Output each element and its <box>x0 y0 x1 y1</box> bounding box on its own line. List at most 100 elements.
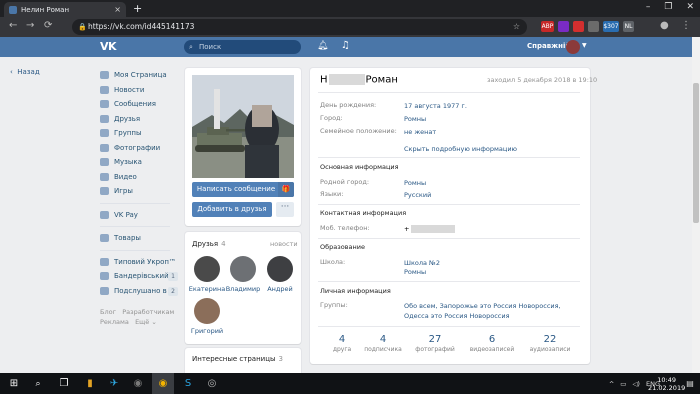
ext-purple-icon[interactable] <box>558 21 569 32</box>
nav-item-games[interactable]: Игры <box>100 184 182 199</box>
gift-icon[interactable]: 🎁 <box>278 182 294 197</box>
maximize-button[interactable]: ❐ <box>664 2 672 12</box>
home-icon <box>100 71 109 80</box>
scrollbar-thumb[interactable] <box>693 83 699 223</box>
nav-item-vk-pay[interactable]: VK Pay <box>100 208 182 223</box>
vk-pay-icon <box>100 210 109 219</box>
stat-audio[interactable]: 22 аудиозаписи <box>524 334 576 353</box>
network-icon[interactable]: ▭ <box>620 380 626 388</box>
chrome-icon[interactable]: ◉ <box>152 373 174 394</box>
nav-item-groups[interactable]: Группы <box>100 126 182 141</box>
taskbar-app-icon[interactable]: ◎ <box>202 373 222 394</box>
address-bar[interactable]: 🔒 https://vk.com/id445141173 ☆ <box>72 19 527 35</box>
ext-adblock-icon[interactable]: ABP <box>541 21 554 32</box>
clock[interactable]: 10:49 21.02.2019 <box>648 376 685 392</box>
header-avatar[interactable] <box>566 40 580 54</box>
chevron-down-icon[interactable]: ▼ <box>582 42 587 49</box>
friends-header[interactable]: Друзья 4 <box>192 240 226 248</box>
back-link[interactable]: ‹ Назад <box>10 68 40 76</box>
nav-label: Товары <box>114 234 141 243</box>
footer-link-ads[interactable]: Реклама <box>100 318 129 326</box>
search-input[interactable]: ⌕ Поиск <box>184 40 301 54</box>
friend-item[interactable]: Екатерина <box>187 256 227 293</box>
ext-red-icon[interactable] <box>573 21 584 32</box>
volume-icon[interactable]: ◁) <box>632 380 640 388</box>
back-arrow-icon[interactable]: ← <box>9 20 17 31</box>
interesting-pages-header[interactable]: Интересные страницы 3 <box>192 355 283 363</box>
stat-videos[interactable]: 6 видеозаписей <box>466 334 518 353</box>
stat-photos[interactable]: 27 фотографий <box>409 334 461 353</box>
info-value: + <box>404 224 584 234</box>
nav-item-music[interactable]: Музыка <box>100 155 182 170</box>
photos-icon <box>100 143 109 152</box>
reload-icon[interactable]: ⟳ <box>44 20 52 31</box>
forward-arrow-icon[interactable]: → <box>26 20 34 31</box>
nav-item-friends[interactable]: Друзья <box>100 112 182 127</box>
nav-item-messages[interactable]: Сообщения <box>100 97 182 112</box>
menu-kebab-icon[interactable]: ⋮ <box>681 20 691 31</box>
ext-price-icon[interactable]: $307 <box>603 21 619 32</box>
vk-logo[interactable]: VK <box>100 40 117 53</box>
nav-item-photos[interactable]: Фотографии <box>100 141 182 156</box>
stat-label: подписчика <box>364 346 402 353</box>
tray-chevron-icon[interactable]: ^ <box>609 380 614 388</box>
music-icon[interactable]: ♫ <box>341 40 350 51</box>
footer-link-developers[interactable]: Разработчикам <box>122 308 174 316</box>
info-value[interactable]: 17 августа 1977 г. <box>404 101 584 111</box>
profile-photo[interactable] <box>192 75 294 178</box>
footer-link-blog[interactable]: Блог <box>100 308 116 316</box>
search-icon[interactable]: ⌕ <box>28 373 48 394</box>
friends-count: 4 <box>221 240 226 248</box>
nav-item-my-page[interactable]: Моя Страница <box>100 68 182 83</box>
toggle-details-link[interactable]: Скрыть подробную информацию <box>404 145 517 153</box>
friends-title: Друзья <box>192 240 219 248</box>
browser-tab[interactable]: Нелин Роман × <box>4 2 126 17</box>
taskbar-app-icon[interactable]: ◉ <box>128 373 148 394</box>
name-redaction <box>328 74 365 85</box>
windows-start-icon[interactable]: ⊞ <box>3 373 25 394</box>
page-scrollbar[interactable] <box>692 37 700 373</box>
info-value[interactable]: Ромны <box>404 114 584 124</box>
nav-item-video[interactable]: Видео <box>100 170 182 185</box>
section-title-contact: Контактная информация <box>320 209 407 217</box>
file-explorer-icon[interactable]: ▮ <box>80 373 100 394</box>
ext-nl-icon[interactable]: NL <box>623 21 634 32</box>
friends-news-link[interactable]: новости <box>270 240 298 248</box>
header-user-name[interactable]: Справжній <box>527 42 570 50</box>
info-value[interactable]: Обо всем, Запорожье это Россия Новоросси… <box>404 301 584 321</box>
vk-header: VK ⌕ Поиск 🔔︎ ♫ Справжній ▼ <box>0 37 692 57</box>
add-friend-button[interactable]: Добавить в друзья <box>192 202 272 217</box>
telegram-icon[interactable]: ✈ <box>104 373 124 394</box>
new-tab-button[interactable]: + <box>133 2 142 15</box>
profile-avatar-icon[interactable]: ● <box>660 20 669 31</box>
more-actions-button[interactable]: ··· <box>276 202 294 217</box>
nav-item-group-3[interactable]: Подслушано в ... 2 <box>100 284 182 299</box>
skype-icon[interactable]: S <box>178 373 198 394</box>
nav-item-group-1[interactable]: Типовий Укроп™ <box>100 255 182 270</box>
tab-close-icon[interactable]: × <box>114 5 121 14</box>
info-value[interactable]: Ромны <box>404 267 584 277</box>
footer-link-more[interactable]: Ещё ⌄ <box>135 318 157 326</box>
info-value[interactable]: Ромны <box>404 178 584 188</box>
group-icon <box>100 286 109 295</box>
info-value[interactable]: не женат <box>404 127 584 137</box>
nav-item-news[interactable]: Новости <box>100 83 182 98</box>
messages-icon <box>100 100 109 109</box>
minimize-button[interactable]: – <box>646 2 651 12</box>
bookmark-star-icon[interactable]: ☆ <box>513 19 520 35</box>
info-value[interactable]: Русский <box>404 190 584 200</box>
profile-name-end: Роман <box>365 74 398 86</box>
notifications-icon[interactable]: ▤ <box>683 373 697 394</box>
nav-item-group-2[interactable]: Бандерівський ... 1 <box>100 269 182 284</box>
notifications-bell-icon[interactable]: 🔔︎ <box>317 41 328 51</box>
friend-item[interactable]: Андрей <box>260 256 300 293</box>
friend-item[interactable]: Григорий <box>187 298 227 335</box>
nav-item-goods[interactable]: Товары <box>100 231 182 246</box>
interesting-pages-count: 3 <box>278 355 283 363</box>
close-window-button[interactable]: ✕ <box>686 2 694 12</box>
ext-grey-icon[interactable] <box>588 21 599 32</box>
groups-icon <box>100 129 109 138</box>
friend-item[interactable]: Владимир <box>223 256 263 293</box>
task-view-icon[interactable]: ❐ <box>54 373 74 394</box>
stat-followers[interactable]: 4 подписчика <box>357 334 409 353</box>
